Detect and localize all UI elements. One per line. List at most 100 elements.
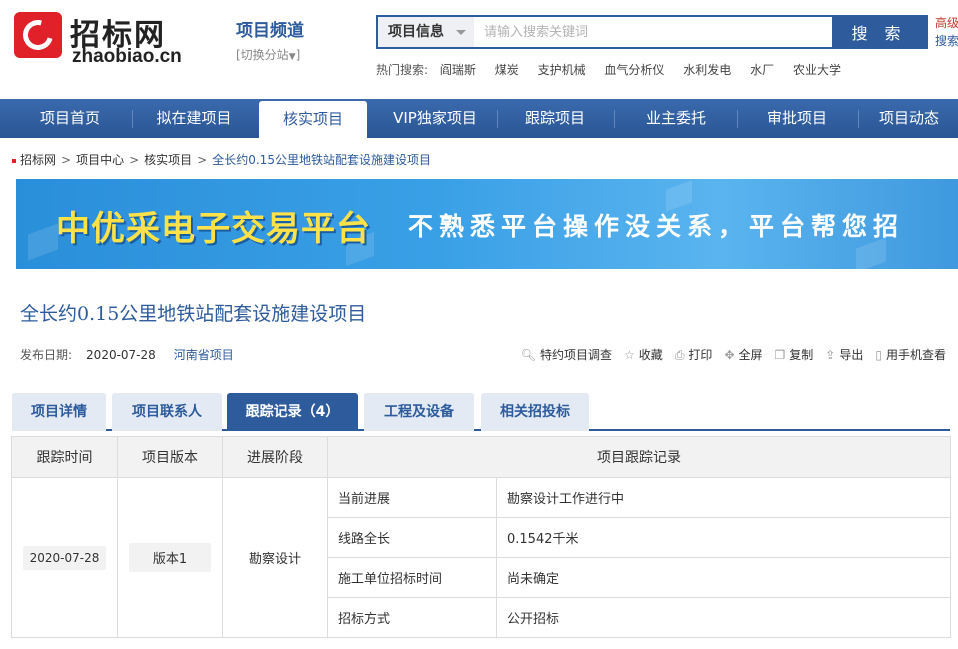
hot-keyword-link[interactable]: 农业大学 xyxy=(793,63,841,77)
magnifier-icon: 🔍︎ xyxy=(520,348,537,362)
hot-keyword-link[interactable]: 煤炭 xyxy=(495,63,519,77)
ad-banner[interactable]: 中优采电子交易平台 不熟悉平台操作没关系，平台帮您招 xyxy=(16,179,958,269)
breadcrumb-link[interactable]: 招标网 xyxy=(20,153,56,167)
export-icon: ⇪ xyxy=(825,348,836,362)
caret-down-icon: ▼ xyxy=(288,52,296,62)
phone-icon: ▯ xyxy=(875,348,882,362)
special-survey-button[interactable]: 🔍︎ 特约项目调查 xyxy=(521,348,612,362)
hot-search-label: 热门搜索: xyxy=(376,63,429,77)
province-link[interactable]: 河南省项目 xyxy=(174,348,234,362)
favorite-button[interactable]: ☆ 收藏 xyxy=(624,348,663,362)
breadcrumb-separator: > xyxy=(61,153,72,167)
tracking-time: 2020-07-28 xyxy=(22,545,107,570)
toolbar: 🔍︎ 特约项目调查 ☆ 收藏 ⎙ 打印 ✥ 全屏 ❐ 复制 ⇪ 导出 ▯ 用手机查看 xyxy=(509,346,946,363)
tab-project-details[interactable]: 项目详情 xyxy=(12,393,106,431)
banner-decoration xyxy=(28,223,58,261)
fullscreen-label: 全屏 xyxy=(738,348,763,362)
site-logo[interactable]: 招标网 zhaobiao.cn xyxy=(14,12,194,68)
banner-subtitle: 不熟悉平台操作没关系，平台帮您招 xyxy=(408,212,905,241)
breadcrumb-current: 全长约0.15公里地铁站配套设施建设项目 xyxy=(212,153,431,167)
column-header: 项目版本 xyxy=(117,436,223,478)
project-version: 版本1 xyxy=(129,543,211,572)
fullscreen-button[interactable]: ✥ 全屏 xyxy=(724,348,762,362)
nav-item-home[interactable]: 项目首页 xyxy=(10,99,130,138)
publish-date-label: 发布日期: xyxy=(20,348,73,362)
nav-item-tracking[interactable]: 跟踪项目 xyxy=(499,99,611,138)
breadcrumb-bullet-icon xyxy=(12,158,16,163)
mobile-view-button[interactable]: ▯ 用手机查看 xyxy=(875,348,946,362)
copy-icon: ❐ xyxy=(774,348,786,362)
nav-divider xyxy=(132,110,133,128)
search-input[interactable] xyxy=(474,17,834,47)
print-button[interactable]: ⎙ 打印 xyxy=(675,348,713,362)
mobile-view-label: 用手机查看 xyxy=(885,348,946,362)
stage-cell: 勘察设计 xyxy=(222,477,328,638)
record-value: 勘察设计工作进行中 xyxy=(496,477,951,518)
nav-item-approval[interactable]: 审批项目 xyxy=(739,99,855,138)
tracking-table: 跟踪时间 项目版本 进展阶段 项目跟踪记录 2020-07-28 版本1 勘察设… xyxy=(11,436,951,638)
advanced-search-label-bottom: 搜索 xyxy=(935,34,958,48)
record-key: 当前进展 xyxy=(327,477,497,518)
record-value: 公开招标 xyxy=(496,597,951,638)
record-key: 施工单位招标时间 xyxy=(327,557,497,598)
channel-block: 项目频道 [切换分站▼] xyxy=(236,16,304,63)
publish-date: 2020-07-28 xyxy=(86,348,156,362)
banner-title: 中优采电子交易平台 xyxy=(56,209,371,249)
breadcrumb-link[interactable]: 核实项目 xyxy=(144,153,192,167)
nav-item-vip[interactable]: VIP独家项目 xyxy=(375,99,495,138)
print-label: 打印 xyxy=(688,348,713,362)
hot-keyword-link[interactable]: 水厂 xyxy=(750,63,774,77)
advanced-search-link[interactable]: 高级 搜索 xyxy=(935,14,958,50)
breadcrumb-link[interactable]: 项目中心 xyxy=(76,153,124,167)
breadcrumb-separator: > xyxy=(129,153,140,167)
nav-divider xyxy=(737,110,738,128)
nav-divider xyxy=(858,110,859,128)
breadcrumb-separator: > xyxy=(197,153,208,167)
switch-site-label: [切换分站 xyxy=(236,48,289,62)
page-title: 全长约0.15公里地铁站配套设施建设项目 xyxy=(20,303,367,325)
nav-item-owner-entrust[interactable]: 业主委托 xyxy=(616,99,736,138)
printer-icon: ⎙ xyxy=(674,348,685,362)
star-icon: ☆ xyxy=(624,348,635,362)
caret-down-icon xyxy=(456,30,466,35)
nav-item-news[interactable]: 项目动态 xyxy=(860,99,958,138)
copy-label: 复制 xyxy=(789,348,814,362)
favorite-label: 收藏 xyxy=(638,348,663,362)
search-category-select[interactable]: 项目信息 xyxy=(378,17,474,47)
hot-keyword-link[interactable]: 支护机械 xyxy=(538,63,586,77)
hot-keyword-link[interactable]: 血气分析仪 xyxy=(604,63,664,77)
table-header-row: 跟踪时间 项目版本 进展阶段 项目跟踪记录 xyxy=(11,436,951,478)
hot-keyword-link[interactable]: 水利发电 xyxy=(683,63,731,77)
tab-related-bids[interactable]: 相关招投标 xyxy=(481,393,589,431)
tracking-time-cell: 2020-07-28 xyxy=(11,477,118,638)
record-key: 线路全长 xyxy=(327,517,497,558)
logo-text-en: zhaobiao.cn xyxy=(72,46,182,67)
export-label: 导出 xyxy=(839,348,864,362)
switch-site-link[interactable]: [切换分站▼] xyxy=(236,46,304,63)
record-value: 0.1542千米 xyxy=(496,517,951,558)
column-header: 进展阶段 xyxy=(222,436,328,478)
export-button[interactable]: ⇪ 导出 xyxy=(825,348,863,362)
detail-tabs: 项目详情 项目联系人 跟踪记录（4） 工程及设备 相关招投标 xyxy=(12,393,950,431)
tab-tracking-records[interactable]: 跟踪记录（4） xyxy=(227,393,358,431)
table-row: 2020-07-28 版本1 勘察设计 当前进展 勘察设计工作进行中 xyxy=(11,477,951,638)
site-header: 招标网 zhaobiao.cn 项目频道 [切换分站▼] 项目信息 搜 索 高级… xyxy=(0,0,958,98)
hot-keyword-link[interactable]: 阎瑞斯 xyxy=(440,63,476,77)
column-header: 跟踪时间 xyxy=(11,436,118,478)
search-button[interactable]: 搜 索 xyxy=(832,17,926,47)
tab-engineering-equipment[interactable]: 工程及设备 xyxy=(364,393,474,431)
record-key: 招标方式 xyxy=(327,597,497,638)
nav-divider xyxy=(614,110,615,128)
search-bar: 项目信息 搜 索 xyxy=(376,15,928,49)
nav-divider xyxy=(497,110,498,128)
nav-item-verified[interactable]: 核实项目 xyxy=(259,101,367,138)
nav-item-planned[interactable]: 拟在建项目 xyxy=(134,99,254,138)
hot-search: 热门搜索: 阎瑞斯 煤炭 支护机械 血气分析仪 水利发电 水厂 农业大学 xyxy=(376,61,856,78)
record-value: 尚未确定 xyxy=(496,557,951,598)
search-category-label: 项目信息 xyxy=(388,24,444,40)
channel-title: 项目频道 xyxy=(236,21,304,41)
copy-button[interactable]: ❐ 复制 xyxy=(775,348,814,362)
tab-project-contacts[interactable]: 项目联系人 xyxy=(112,393,222,431)
version-cell: 版本1 xyxy=(117,477,223,638)
breadcrumb: 招标网 > 项目中心 > 核实项目 > 全长约0.15公里地铁站配套设施建设项目 xyxy=(12,151,431,168)
